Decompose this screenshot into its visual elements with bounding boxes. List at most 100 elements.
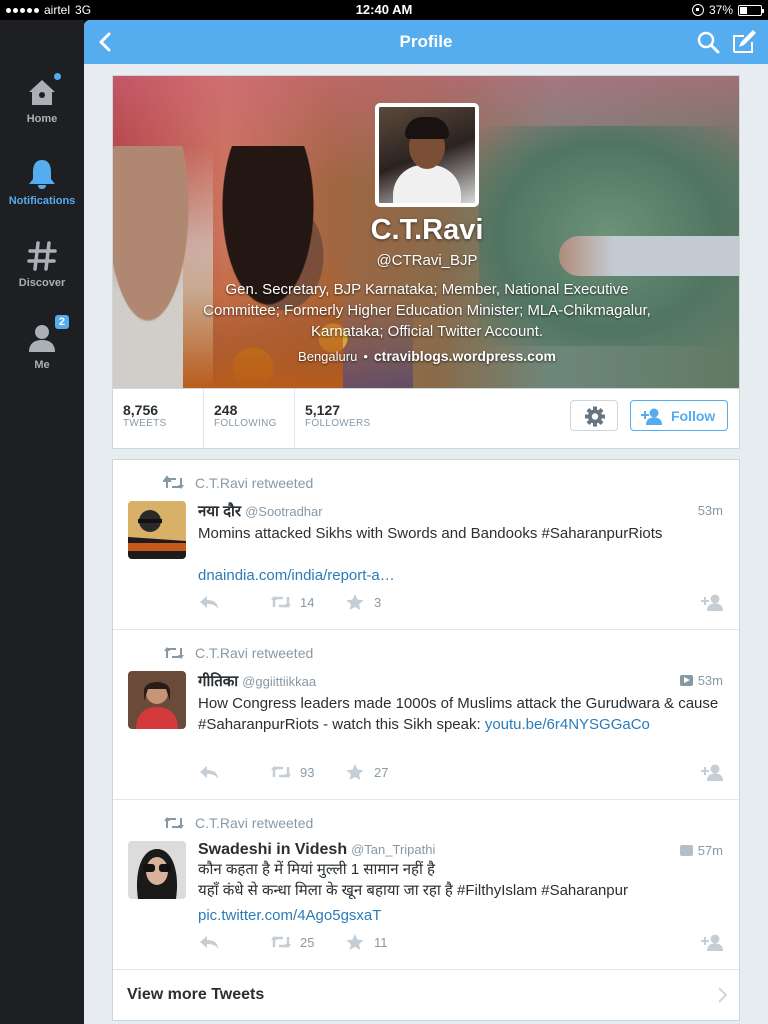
avatar[interactable]: [128, 841, 186, 899]
bell-icon: [25, 157, 59, 191]
gear-icon: [585, 406, 605, 427]
tweet-author-handle[interactable]: @Sootradhar: [245, 504, 323, 519]
stat-followers[interactable]: 5,127 FOLLOWERS: [294, 389, 404, 448]
battery-icon: [738, 4, 764, 16]
sidebar-item-home[interactable]: Home: [0, 73, 84, 125]
retweet-icon: [163, 475, 184, 489]
battery-percent: 37%: [708, 3, 733, 17]
tweet-author-handle[interactable]: @Tan_Tripathi: [351, 842, 435, 857]
retweet-icon: [271, 596, 291, 608]
follow-author-button[interactable]: [701, 933, 723, 951]
retweet-icon: [164, 817, 184, 829]
profile-location-row: Bengaluru • ctraviblogs.wordpress.com: [113, 348, 739, 364]
profile-avatar[interactable]: [375, 103, 479, 207]
tweet-author-name[interactable]: नया दौर: [198, 503, 241, 520]
stat-following[interactable]: 248 FOLLOWING: [203, 389, 295, 448]
tweet-text: कौन कहता है में मियां मुल्ली 1 सामान नही…: [198, 861, 628, 924]
rotation-lock-icon: [691, 4, 704, 16]
reply-button[interactable]: [198, 593, 220, 611]
sidebar-item-notifications[interactable]: Notifications: [0, 157, 84, 207]
sidebar-item-me[interactable]: 2 Me: [0, 315, 84, 371]
home-icon: [25, 73, 61, 109]
photo-icon: [679, 845, 693, 856]
avatar[interactable]: [128, 671, 186, 729]
retweet-context: C.T.Ravi retweeted: [163, 815, 313, 831]
tweet-time: 57m: [679, 843, 723, 858]
retweet-count: 14: [300, 594, 315, 610]
star-icon: [346, 594, 364, 610]
compose-button[interactable]: [730, 28, 758, 56]
sidebar-item-discover[interactable]: Discover: [0, 239, 84, 289]
compose-icon: [733, 30, 756, 53]
page-title: Profile: [399, 32, 453, 51]
tweet-row[interactable]: C.T.Ravi retweeted Swadeshi in Videsh @Ta…: [113, 800, 739, 970]
follow-author-button[interactable]: [701, 763, 723, 781]
profile-name: C.T.Ravi: [370, 214, 484, 246]
video-icon: [679, 675, 693, 686]
status-bar: airtel 3G 12:40 AM 37%: [0, 0, 768, 20]
favorite-count: 27: [374, 764, 389, 780]
star-icon: [346, 934, 364, 950]
tweet-link[interactable]: youtu.be/6r4NYSGGaCo: [485, 716, 650, 733]
retweet-button[interactable]: 93: [270, 763, 314, 781]
profile-header: C.T.Ravi @CTRavi_BJP Gen. Secretary, BJP…: [112, 75, 740, 389]
stat-tweets[interactable]: 8,756 TWEETS: [113, 389, 205, 448]
main-panel: Profile C.T.Ravi @CTRavi_BJP Gen. Secret…: [84, 20, 768, 1024]
reply-icon: [200, 766, 218, 779]
avatar[interactable]: [128, 501, 186, 559]
reply-icon: [200, 596, 218, 609]
profile-url[interactable]: ctraviblogs.wordpress.com: [374, 348, 556, 364]
tweet-actions: 25 11: [198, 933, 723, 953]
tweet-row[interactable]: C.T.Ravi retweeted नया दौर @Sootradhar 53…: [113, 460, 739, 630]
reply-button[interactable]: [198, 763, 220, 781]
reply-button[interactable]: [198, 933, 220, 951]
tweet-author-handle[interactable]: @ggiittiikkaa: [242, 674, 316, 689]
tweet-row[interactable]: C.T.Ravi retweeted गीतिका @ggiittiikkaa 5…: [113, 630, 739, 800]
star-icon: [346, 764, 364, 780]
chevron-right-icon: [718, 987, 728, 1003]
reply-icon: [200, 936, 218, 949]
retweet-icon: [271, 936, 291, 948]
tweet-list: C.T.Ravi retweeted नया दौर @Sootradhar 53…: [112, 459, 740, 1021]
signal-icon: [6, 7, 39, 13]
search-icon: [697, 31, 720, 54]
tweet-link[interactable]: pic.twitter.com/4Ago5gsxaT: [198, 907, 381, 924]
follow-author-button[interactable]: [701, 593, 723, 611]
sidebar-item-label: Notifications: [8, 195, 76, 207]
tweet-author-name[interactable]: गीतिका: [198, 673, 238, 690]
add-user-icon: [701, 764, 723, 781]
hashtag-icon: [25, 239, 59, 273]
tweet-text: Momins attacked Sikhs with Swords and Ba…: [198, 525, 663, 584]
tweet-time: 53m: [679, 673, 723, 688]
settings-button[interactable]: [570, 400, 618, 431]
tweet-link[interactable]: dnaindia.com/india/report-a…: [198, 567, 395, 584]
favorite-count: 11: [374, 934, 388, 950]
add-user-icon: [701, 934, 723, 951]
tweet-text: How Congress leaders made 1000s of Musli…: [198, 695, 719, 733]
add-user-icon: [641, 408, 662, 425]
retweet-button[interactable]: 14: [270, 593, 314, 611]
clock: 12:40 AM: [355, 2, 413, 17]
person-icon: 2: [25, 315, 69, 355]
nav-bar: Profile: [84, 20, 768, 64]
favorite-count: 3: [374, 594, 382, 610]
sidebar-item-label: Discover: [18, 277, 66, 289]
tweet-actions: 93 27: [198, 763, 723, 783]
sidebar: Home Notifications Discover 2 Me: [0, 20, 84, 1024]
profile-bio: Gen. Secretary, BJP Karnataka; Member, N…: [203, 281, 651, 340]
favorite-button[interactable]: 27: [344, 763, 388, 781]
view-more-tweets-button[interactable]: View more Tweets: [113, 970, 739, 1020]
retweet-icon: [164, 647, 184, 659]
tweet-author-name[interactable]: Swadeshi in Videsh: [198, 841, 347, 858]
retweet-count: 25: [300, 934, 315, 950]
follow-button[interactable]: Follow: [630, 400, 728, 431]
sidebar-item-label: Home: [26, 113, 58, 125]
sidebar-item-label: Me: [34, 359, 50, 371]
retweet-icon: [271, 766, 291, 778]
retweet-button[interactable]: 25: [270, 933, 314, 951]
favorite-button[interactable]: 3: [344, 593, 381, 611]
search-button[interactable]: [694, 28, 722, 56]
profile-handle: @CTRavi_BJP: [376, 252, 478, 269]
add-user-icon: [701, 594, 723, 611]
favorite-button[interactable]: 11: [344, 933, 388, 951]
